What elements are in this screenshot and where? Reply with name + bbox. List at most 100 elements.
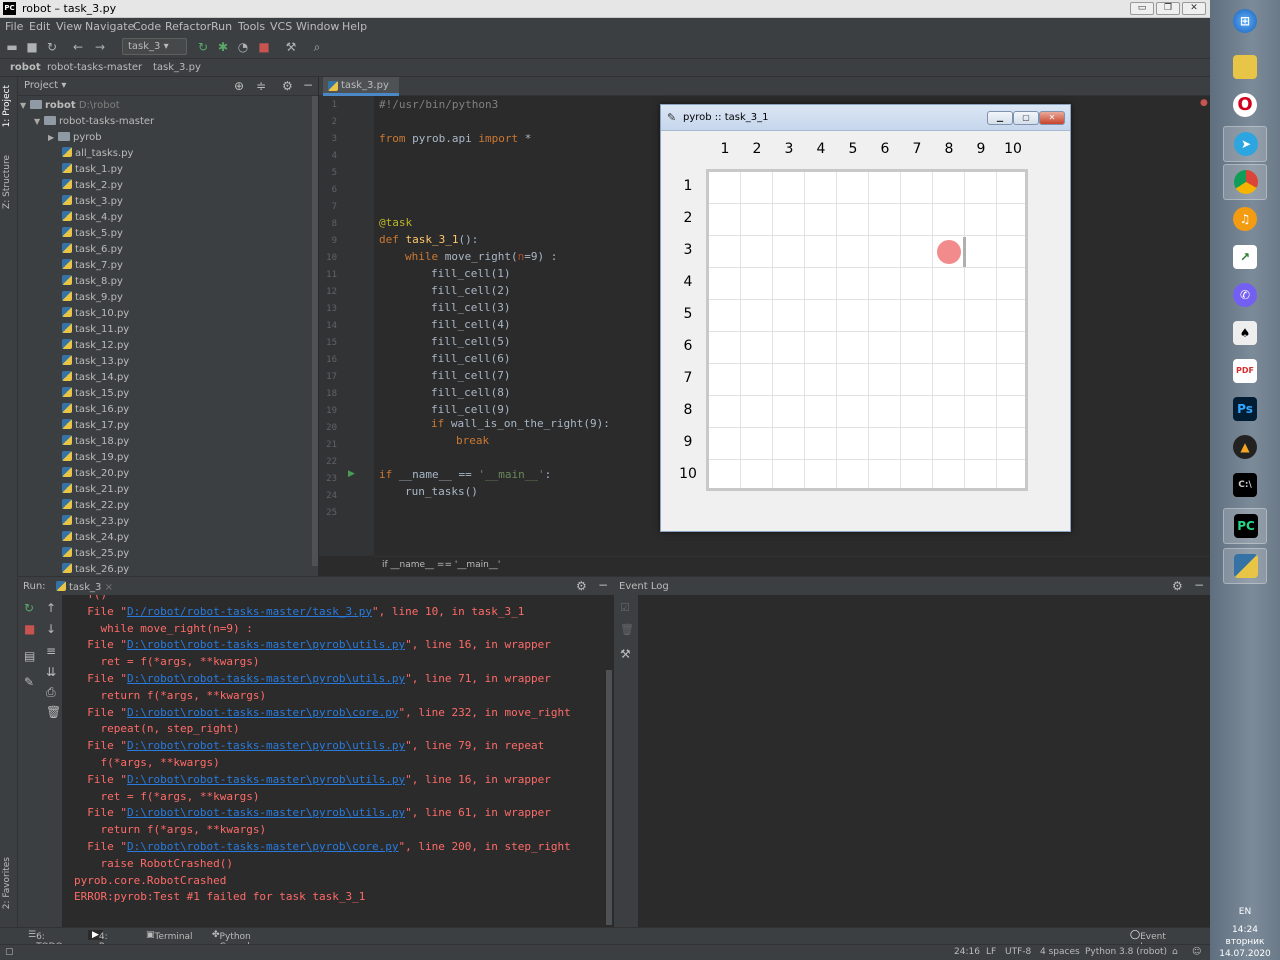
tree-file[interactable]: task_5.py bbox=[62, 226, 123, 242]
headphones-icon[interactable]: ♫ bbox=[1223, 202, 1267, 238]
layout-icon[interactable]: ▤ bbox=[24, 649, 35, 663]
hide-icon[interactable]: − bbox=[303, 78, 313, 92]
tab-terminal[interactable]: ▣ Terminal bbox=[146, 930, 193, 942]
sync-icon[interactable]: ↻ bbox=[44, 39, 60, 55]
layout-toggle-icon[interactable]: ▢ bbox=[5, 947, 14, 957]
pyrob-close-button[interactable]: ✕ bbox=[1039, 111, 1065, 125]
tree-file[interactable]: task_15.py bbox=[62, 386, 129, 402]
viber-icon[interactable]: ✆ bbox=[1223, 278, 1267, 314]
cmd-icon[interactable]: C:\ bbox=[1223, 468, 1267, 504]
save-all-icon[interactable]: ■ bbox=[24, 39, 40, 55]
minimize-button[interactable]: ▭ bbox=[1130, 2, 1154, 15]
tree-file[interactable]: task_11.py bbox=[62, 322, 129, 338]
run-configuration-select[interactable]: task_3 ▾ bbox=[122, 38, 187, 55]
mark-read-icon[interactable]: ☑ bbox=[620, 601, 630, 614]
pyrob-title-bar[interactable]: ✎ pyrob :: task_3_1 ▁ ▢ ✕ bbox=[661, 105, 1070, 131]
file-encoding[interactable]: UTF-8 bbox=[1005, 947, 1031, 957]
tree-file[interactable]: task_18.py bbox=[62, 434, 129, 450]
close-button[interactable]: ✕ bbox=[1182, 2, 1206, 15]
tree-file[interactable]: task_16.py bbox=[62, 402, 129, 418]
tree-file[interactable]: task_14.py bbox=[62, 370, 129, 386]
error-indicator-icon[interactable]: ● bbox=[1200, 98, 1208, 108]
breadcrumb-root[interactable]: robot bbox=[10, 62, 41, 73]
locate-icon[interactable]: ⊕ bbox=[234, 79, 244, 93]
tree-file[interactable]: task_21.py bbox=[62, 482, 129, 498]
up-arrow-icon[interactable]: ↑ bbox=[46, 601, 56, 615]
wrench-icon[interactable]: ⚒ bbox=[283, 39, 299, 55]
stop-icon[interactable]: ■ bbox=[256, 39, 272, 55]
collapse-icon[interactable]: ≑ bbox=[256, 79, 266, 93]
breadcrumb-file[interactable]: task_3.py bbox=[153, 62, 201, 73]
pdf-icon[interactable]: PDF bbox=[1223, 354, 1267, 390]
search-icon[interactable]: ⌕ bbox=[309, 39, 325, 55]
tree-root[interactable]: ▼ robot D:\robot bbox=[20, 98, 120, 114]
lock-icon[interactable]: ⌂ bbox=[1172, 947, 1178, 957]
tab-run[interactable]: ▶ 4: Run bbox=[88, 930, 116, 952]
trash-icon[interactable]: 🗑 bbox=[46, 705, 61, 719]
tab-todo[interactable]: ☰ 6: TODO bbox=[28, 930, 63, 952]
tree-file[interactable]: task_17.py bbox=[62, 418, 129, 434]
tree-file[interactable]: task_1.py bbox=[62, 162, 123, 178]
console-file-link[interactable]: D:\robot\robot-tasks-master\pyrob\core.p… bbox=[127, 706, 399, 719]
tree-file[interactable]: task_10.py bbox=[62, 306, 129, 322]
console-file-link[interactable]: D:\robot\robot-tasks-master\pyrob\utils.… bbox=[127, 672, 405, 685]
pin-icon[interactable]: ✎ bbox=[24, 675, 34, 689]
tree-file[interactable]: task_23.py bbox=[62, 514, 129, 530]
console-file-link[interactable]: D:\robot\robot-tasks-master\pyrob\utils.… bbox=[127, 739, 405, 752]
cards-game-icon[interactable]: ♠ bbox=[1223, 316, 1267, 352]
coverage-icon[interactable]: ◔ bbox=[235, 39, 251, 55]
console-scrollbar[interactable] bbox=[606, 670, 612, 925]
menu-vcs[interactable]: VCS bbox=[270, 20, 292, 33]
menu-code[interactable]: Code bbox=[133, 20, 161, 33]
system-tray[interactable]: EN 14:24 вторник 14.07.2020 bbox=[1210, 906, 1280, 960]
tree-file[interactable]: task_2.py bbox=[62, 178, 123, 194]
maximize-button[interactable]: ❐ bbox=[1156, 2, 1180, 15]
tree-file[interactable]: task_19.py bbox=[62, 450, 129, 466]
tree-file[interactable]: task_20.py bbox=[62, 466, 129, 482]
telegram-icon[interactable]: ➤ bbox=[1223, 126, 1267, 162]
project-view-select[interactable]: Project ▾ bbox=[24, 80, 66, 91]
back-icon[interactable]: ← bbox=[70, 39, 86, 55]
menu-run[interactable]: Run bbox=[211, 20, 232, 33]
tree-file[interactable]: task_9.py bbox=[62, 290, 123, 306]
tree-file[interactable]: task_13.py bbox=[62, 354, 129, 370]
pyrob-maximize-button[interactable]: ▢ bbox=[1013, 111, 1039, 125]
menu-window[interactable]: Window bbox=[296, 20, 339, 33]
archicad-icon[interactable]: ▲ bbox=[1223, 430, 1267, 466]
console-file-link[interactable]: D:\robot\robot-tasks-master\pyrob\utils.… bbox=[127, 806, 405, 819]
chrome-icon[interactable] bbox=[1223, 164, 1267, 200]
gear-icon[interactable]: ⚙ bbox=[576, 579, 587, 593]
tree-folder-robot-tasks-master[interactable]: ▼ robot-tasks-master bbox=[34, 114, 154, 130]
tree-file[interactable]: task_3.py bbox=[62, 194, 123, 210]
breadcrumb-folder[interactable]: robot-tasks-master bbox=[47, 62, 142, 73]
down-arrow-icon[interactable]: ↓ bbox=[46, 622, 56, 636]
console-file-link[interactable]: D:\robot\robot-tasks-master\pyrob\utils.… bbox=[127, 638, 405, 651]
notifications-icon[interactable]: ☺ bbox=[1192, 947, 1201, 957]
pyrob-minimize-button[interactable]: ▁ bbox=[987, 111, 1013, 125]
tree-file[interactable]: task_8.py bbox=[62, 274, 123, 290]
run-console[interactable]: f() File "D:/robot/robot-tasks-master/ta… bbox=[62, 595, 614, 927]
tab-project[interactable]: 1: Project bbox=[2, 85, 12, 127]
stop-icon[interactable]: ■ bbox=[24, 622, 35, 636]
menu-help[interactable]: Help bbox=[342, 20, 367, 33]
console-file-link[interactable]: D:\robot\robot-tasks-master\pyrob\core.p… bbox=[127, 840, 399, 853]
tab-structure[interactable]: Z: Structure bbox=[2, 155, 12, 209]
breadcrumb-scope[interactable]: if __name__ == '__main__' bbox=[382, 560, 500, 570]
rerun-icon[interactable]: ↻ bbox=[195, 39, 211, 55]
menu-navigate[interactable]: Navigate bbox=[85, 20, 134, 33]
gear-icon[interactable]: ⚙ bbox=[1172, 579, 1183, 593]
interpreter[interactable]: Python 3.8 (robot) bbox=[1085, 947, 1167, 957]
tab-favorites[interactable]: 2: Favorites bbox=[2, 857, 12, 909]
tree-file[interactable]: task_26.py bbox=[62, 562, 129, 576]
caret-position[interactable]: 24:16 bbox=[954, 947, 980, 957]
open-folder-icon[interactable]: ▬ bbox=[4, 39, 20, 55]
project-scrollbar[interactable] bbox=[312, 96, 318, 566]
indent-setting[interactable]: 4 spaces bbox=[1040, 947, 1080, 957]
scroll-to-end-icon[interactable]: ⇊ bbox=[46, 665, 56, 679]
tree-file[interactable]: task_24.py bbox=[62, 530, 129, 546]
file-explorer-icon[interactable] bbox=[1223, 50, 1267, 86]
hide-icon[interactable]: − bbox=[1194, 578, 1204, 592]
python-taskbar-icon[interactable] bbox=[1223, 548, 1267, 584]
tree-file[interactable]: task_12.py bbox=[62, 338, 129, 354]
chart-app-icon[interactable]: ↗ bbox=[1223, 240, 1267, 276]
